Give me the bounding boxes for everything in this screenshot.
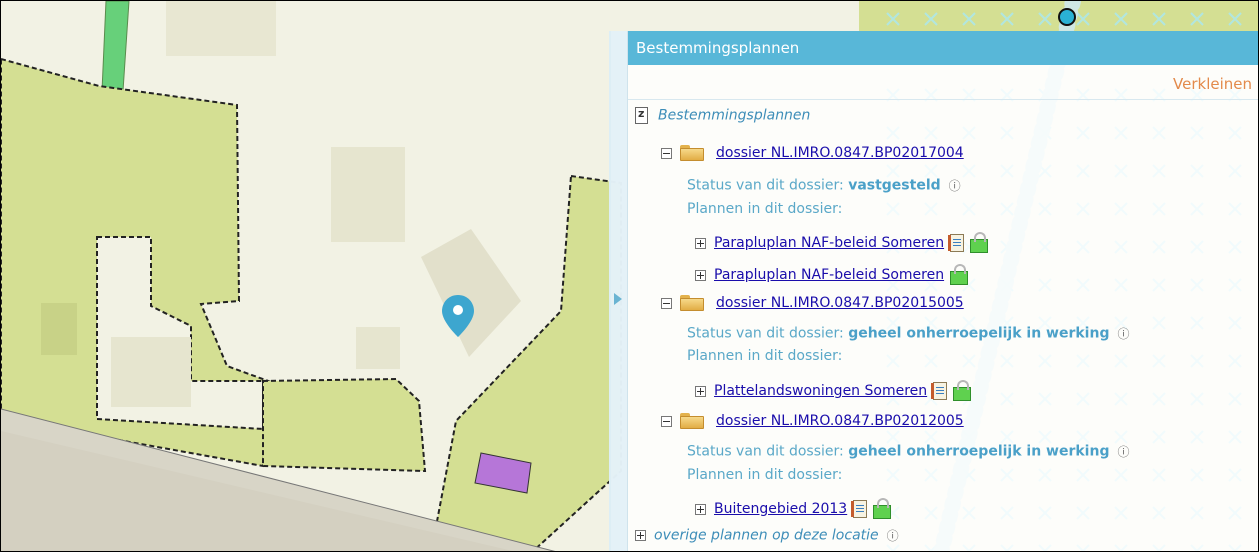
other-plans-label[interactable]: overige plannen op deze locatie: [654, 528, 879, 544]
document-icon: [635, 107, 648, 124]
folder-icon: [680, 413, 704, 429]
collapse-icon[interactable]: [661, 297, 672, 309]
status-value: vastgesteld: [848, 177, 941, 194]
document-notes-icon[interactable]: [931, 382, 948, 400]
expand-icon[interactable]: [695, 503, 706, 515]
other-plans-row[interactable]: overige plannen op deze locatie ⓘ: [635, 527, 899, 544]
info-icon[interactable]: ⓘ: [887, 529, 899, 543]
folder-icon: [680, 295, 704, 311]
info-icon[interactable]: ⓘ: [1117, 327, 1129, 341]
dossier-status: Status van dit dossier: vastgesteld ⓘ: [687, 177, 961, 194]
lock-icon: [950, 264, 969, 285]
plan-link[interactable]: Parapluplan NAF-beleid Someren: [714, 267, 944, 283]
dossier-link[interactable]: dossier NL.IMRO.0847.BP02017004: [716, 145, 964, 161]
dossier-row[interactable]: dossier NL.IMRO.0847.BP02012005: [661, 413, 964, 429]
plan-link[interactable]: Plattelandswoningen Someren: [714, 383, 927, 399]
info-icon[interactable]: ⓘ: [949, 179, 961, 193]
document-notes-icon[interactable]: [948, 234, 965, 252]
lock-icon: [953, 380, 972, 401]
lock-icon: [873, 498, 892, 519]
map-viewer[interactable]: Bestemmingsplannen Verkleinen Bestemming…: [0, 0, 1259, 552]
dossier-link[interactable]: dossier NL.IMRO.0847.BP02012005: [716, 413, 964, 429]
dossier-status: Status van dit dossier: geheel onherroep…: [687, 443, 1130, 460]
collapse-icon[interactable]: [661, 147, 672, 159]
tree-root: Bestemmingsplannen: [635, 107, 810, 124]
plan-item[interactable]: Plattelandswoningen Someren: [695, 380, 972, 401]
folder-icon: [680, 145, 704, 161]
collapse-icon[interactable]: [661, 415, 672, 427]
plan-item[interactable]: Parapluplan NAF-beleid Someren: [695, 264, 969, 285]
status-value: geheel onherroepelijk in werking: [848, 325, 1110, 342]
expand-icon[interactable]: [695, 237, 706, 249]
panel-handle[interactable]: [609, 31, 628, 551]
expand-icon[interactable]: [695, 385, 706, 397]
lock-icon: [970, 232, 989, 253]
document-notes-icon[interactable]: [851, 500, 868, 518]
info-icon[interactable]: ⓘ: [1117, 445, 1129, 459]
dossier-link[interactable]: dossier NL.IMRO.0847.BP02015005: [716, 295, 964, 311]
expand-icon[interactable]: [635, 530, 646, 541]
expand-icon[interactable]: [695, 269, 706, 281]
dossier-row[interactable]: dossier NL.IMRO.0847.BP02017004: [661, 145, 964, 161]
collapse-link[interactable]: Verkleinen: [1173, 75, 1252, 93]
plans-label: Plannen in dit dossier:: [687, 467, 843, 483]
plans-label: Plannen in dit dossier:: [687, 348, 843, 364]
plan-link[interactable]: Parapluplan NAF-beleid Someren: [714, 235, 944, 251]
plans-label: Plannen in dit dossier:: [687, 201, 843, 217]
plan-item[interactable]: Buitengebied 2013: [695, 498, 892, 519]
dossier-status: Status van dit dossier: geheel onherroep…: [687, 325, 1130, 342]
dossier-row[interactable]: dossier NL.IMRO.0847.BP02015005: [661, 295, 964, 311]
plan-item[interactable]: Parapluplan NAF-beleid Someren: [695, 232, 989, 253]
divider: [628, 99, 1258, 100]
expand-arrow-icon[interactable]: [614, 293, 622, 305]
root-label: Bestemmingsplannen: [658, 107, 811, 124]
panel-title: Bestemmingsplannen: [628, 31, 1258, 65]
status-value: geheel onherroepelijk in werking: [848, 443, 1110, 460]
plan-link[interactable]: Buitengebied 2013: [714, 501, 847, 517]
